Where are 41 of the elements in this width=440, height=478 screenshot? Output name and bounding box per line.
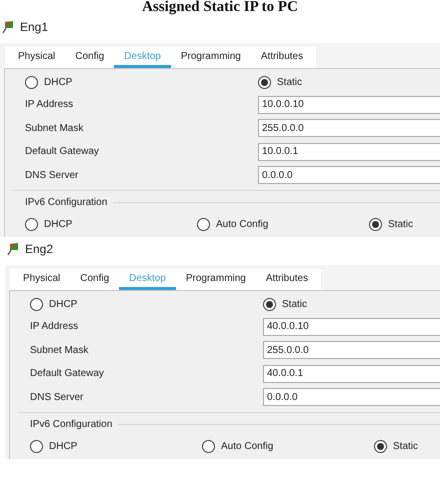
field-label: DNS Server [29, 390, 84, 405]
input-field[interactable]: 255.0.0.0 [263, 341, 440, 360]
field-label: DNS Server [24, 168, 80, 183]
tab[interactable]: Physical [13, 269, 70, 290]
radio-option[interactable]: Auto Config [202, 436, 274, 456]
tab[interactable]: Physical [8, 47, 66, 68]
tab[interactable]: Attributes [256, 269, 318, 290]
section-title: IPv6 Configuration [25, 196, 108, 210]
tab[interactable]: Programming [176, 269, 256, 290]
section-title: IPv6 Configuration [30, 418, 112, 432]
window-title: Eng1 [20, 19, 48, 36]
window-title: Eng2 [25, 241, 54, 258]
radio-option[interactable]: DHCP [30, 436, 78, 456]
radio-option[interactable]: Auto Config [197, 214, 268, 234]
field-label: Default Gateway [24, 145, 100, 160]
input-field[interactable]: 0.0.0.0 [263, 388, 440, 406]
input-field[interactable]: 10.0.0.1 [258, 142, 440, 161]
pc-icon [2, 20, 16, 34]
tab[interactable]: Programming [170, 47, 251, 68]
field-label: IP Address [29, 320, 80, 334]
field-label: Subnet Mask [29, 344, 90, 358]
radio-option[interactable]: Static [263, 294, 308, 314]
input-field[interactable]: 40.0.0.1 [263, 364, 440, 383]
radio-option[interactable]: DHCP [25, 72, 72, 92]
input-field[interactable]: 0.0.0.0 [258, 166, 440, 184]
input-field[interactable]: 10.0.0.10 [258, 96, 440, 114]
radio-option[interactable]: DHCP [30, 294, 78, 314]
input-field[interactable]: 40.0.0.10 [263, 318, 440, 336]
radio-option[interactable]: Static [374, 436, 418, 456]
tab[interactable]: Config [70, 269, 120, 290]
radio-option[interactable]: DHCP [25, 214, 72, 234]
field-label: Default Gateway [29, 367, 105, 382]
radio-option[interactable]: Static [258, 72, 302, 92]
tab[interactable]: Attributes [250, 47, 314, 68]
input-field[interactable]: 255.0.0.0 [258, 119, 440, 138]
field-label: IP Address [24, 98, 74, 112]
page-heading: Assigned Static IP to PC [142, 0, 298, 15]
radio-option[interactable]: Static [369, 214, 414, 234]
pc-icon [7, 242, 21, 256]
tab[interactable]: Config [65, 47, 114, 68]
field-label: Subnet Mask [24, 122, 84, 136]
